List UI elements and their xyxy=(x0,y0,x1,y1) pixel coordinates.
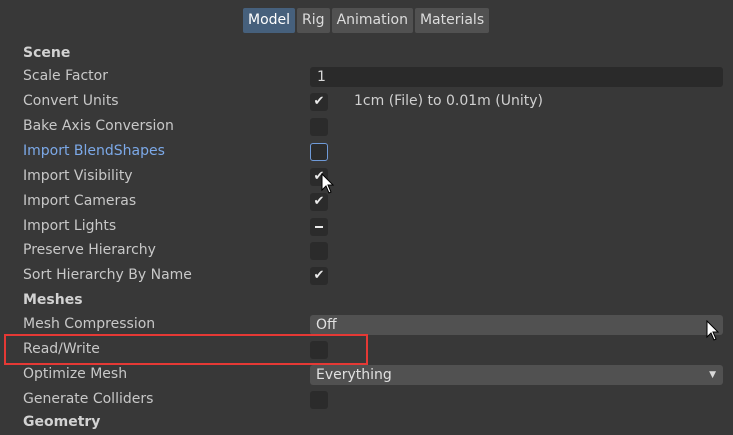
preserve-hierarchy-label: Preserve Hierarchy xyxy=(23,242,156,258)
meshes-section-header-row: Meshes xyxy=(0,288,733,313)
model-import-inspector: Model Rig Animation Materials Scene Scal… xyxy=(0,0,733,435)
bake-axis-conversion-checkbox[interactable] xyxy=(310,118,328,136)
mesh-compression-label: Mesh Compression xyxy=(23,316,156,332)
generate-colliders-checkbox[interactable] xyxy=(310,391,328,409)
convert-units-description: 1cm (File) to 0.01m (Unity) xyxy=(354,93,543,109)
scale-factor-row: Scale Factor 1 xyxy=(0,64,733,89)
preserve-hierarchy-row: Preserve Hierarchy xyxy=(0,238,733,263)
meshes-section-header: Meshes xyxy=(23,292,83,308)
check-icon: ✔ xyxy=(313,169,325,184)
check-icon: ✔ xyxy=(313,268,325,283)
import-blendshapes-row: Import BlendShapes xyxy=(0,139,733,164)
generate-colliders-label: Generate Colliders xyxy=(23,391,154,407)
import-visibility-row: Import Visibility ✔ xyxy=(0,164,733,189)
triangle-down-icon: ▼ xyxy=(709,370,716,380)
optimize-mesh-value: Everything xyxy=(316,367,392,383)
optimize-mesh-label: Optimize Mesh xyxy=(23,366,128,382)
scene-section-header-row: Scene xyxy=(0,41,733,66)
bake-axis-conversion-row: Bake Axis Conversion xyxy=(0,114,733,139)
read-write-label: Read/Write xyxy=(23,341,100,357)
mesh-compression-value: Off xyxy=(316,317,337,333)
read-write-checkbox[interactable] xyxy=(310,341,328,359)
import-blendshapes-checkbox[interactable] xyxy=(310,143,328,161)
generate-colliders-row: Generate Colliders xyxy=(0,387,733,412)
import-lights-checkbox[interactable] xyxy=(310,218,328,236)
mesh-compression-row: Mesh Compression Off xyxy=(0,312,733,337)
import-cameras-label: Import Cameras xyxy=(23,193,137,209)
import-lights-row: Import Lights xyxy=(0,214,733,239)
geometry-section-header: Geometry xyxy=(23,414,101,430)
import-blendshapes-label: Import BlendShapes xyxy=(23,143,165,159)
convert-units-checkbox[interactable]: ✔ xyxy=(310,93,328,111)
check-icon: ✔ xyxy=(313,94,325,109)
import-visibility-checkbox[interactable]: ✔ xyxy=(310,168,328,186)
mesh-compression-dropdown[interactable]: Off xyxy=(310,315,723,335)
optimize-mesh-dropdown[interactable]: Everything ▼ xyxy=(310,365,723,385)
import-tabs: Model Rig Animation Materials xyxy=(243,8,490,33)
convert-units-row: Convert Units ✔ 1cm (File) to 0.01m (Uni… xyxy=(0,89,733,114)
import-cameras-checkbox[interactable]: ✔ xyxy=(310,193,328,211)
check-icon: ✔ xyxy=(313,194,325,209)
tab-rig[interactable]: Rig xyxy=(297,8,330,33)
read-write-row: Read/Write xyxy=(0,337,733,362)
scene-section-header: Scene xyxy=(23,45,71,61)
tab-model[interactable]: Model xyxy=(243,8,296,33)
import-lights-label: Import Lights xyxy=(23,218,117,234)
geometry-section-header-row: Geometry xyxy=(0,410,733,435)
sort-hierarchy-row: Sort Hierarchy By Name ✔ xyxy=(0,263,733,288)
sort-hierarchy-checkbox[interactable]: ✔ xyxy=(310,267,328,285)
preserve-hierarchy-checkbox[interactable] xyxy=(310,242,328,260)
convert-units-label: Convert Units xyxy=(23,93,119,109)
tab-animation[interactable]: Animation xyxy=(331,8,413,33)
import-visibility-label: Import Visibility xyxy=(23,168,133,184)
sort-hierarchy-label: Sort Hierarchy By Name xyxy=(23,267,192,283)
mixed-dash-icon xyxy=(315,226,323,228)
scale-factor-input[interactable]: 1 xyxy=(310,67,723,87)
import-cameras-row: Import Cameras ✔ xyxy=(0,189,733,214)
bake-axis-conversion-label: Bake Axis Conversion xyxy=(23,118,174,134)
scale-factor-label: Scale Factor xyxy=(23,68,108,84)
tab-materials[interactable]: Materials xyxy=(414,8,490,33)
optimize-mesh-row: Optimize Mesh Everything ▼ xyxy=(0,362,733,387)
